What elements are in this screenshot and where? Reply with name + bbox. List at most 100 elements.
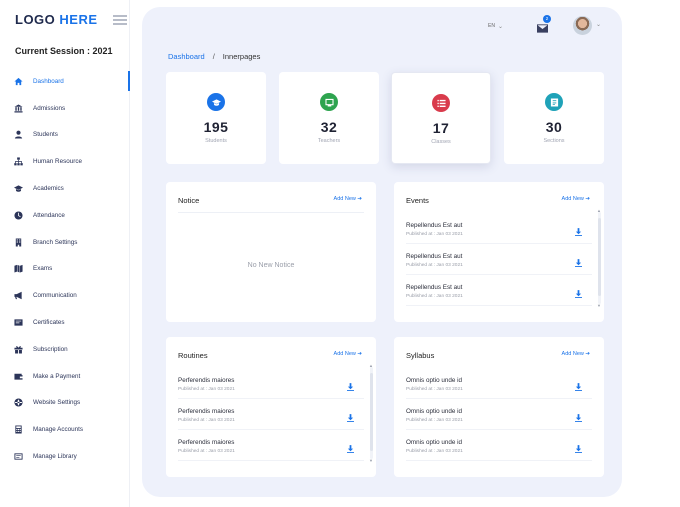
logo-text-2: HERE [59,12,98,27]
sidebar-item-certificates[interactable]: Certificates [0,309,130,336]
list-item[interactable]: Repellendus Est aut Published at : Jan 0… [406,244,592,275]
routines-list: Perferendis maiores Published at : Jan 0… [178,368,364,461]
sitemap-icon [13,157,23,167]
mail-button[interactable]: 2 [537,15,551,33]
item-date: Published at : Jan 03 2021 [178,418,235,423]
item-title: Perferendis maiores [178,408,235,415]
sidebar-item-communication[interactable]: Communication [0,282,130,309]
sidebar-item-students[interactable]: Students [0,122,130,149]
item-title: Omnis optio unde id [406,377,463,384]
scrollbar[interactable]: ▲ ▼ [369,363,373,463]
stat-value: 30 [545,119,563,135]
breadcrumb-dashboard[interactable]: Dashboard [168,52,205,61]
sidebar-item-label: Website Settings [33,399,81,407]
current-session: Current Session : 2021 [15,46,113,56]
list-item[interactable]: Perferendis maiores Published at : Jan 0… [178,368,364,399]
item-title: Omnis optio unde id [406,439,463,446]
add-label: Add New [561,351,584,357]
item-date: Published at : Jan 03 2021 [406,418,463,423]
empty-message: No New Notice [247,262,295,269]
scrollbar[interactable]: ▲ ▼ [597,208,601,308]
notice-card: Notice Add New ➔ No New Notice [166,182,376,322]
sidebar-item-subscription[interactable]: Subscription [0,336,130,363]
add-label: Add New [561,196,584,202]
card-title: Events [406,196,429,205]
download-icon[interactable] [347,440,355,453]
sidebar-item-label: Admissions [33,104,66,112]
logo[interactable]: LOGO HERE [15,12,98,27]
breadcrumb: Dashboard / Innerpages [168,52,260,61]
add-routine-button[interactable]: Add New ➔ [334,351,362,357]
list-item[interactable]: Omnis optio unde id Published at : Jan 0… [406,368,592,399]
hamburger-menu-icon[interactable] [113,15,127,25]
clock-icon [13,210,23,220]
sidebar-item-admissions[interactable]: Admissions [0,95,130,122]
sidebar-item-website-settings[interactable]: Website Settings [0,390,130,417]
arrow-right-icon: ➔ [585,196,590,202]
sidebar-item-branch-settings[interactable]: Branch Settings [0,229,130,256]
certificate-icon [13,318,23,328]
download-icon[interactable] [575,378,583,391]
item-date: Published at : Jan 03 2021 [178,449,235,454]
add-syllabus-button[interactable]: Add New ➔ [562,351,590,357]
book-icon [545,93,563,111]
stat-card-students[interactable]: 195 Students [166,72,266,164]
card-title: Notice [178,196,200,205]
list-item[interactable]: Repellendus Est aut Published at : Jan 0… [406,213,592,244]
sidebar-item-academics[interactable]: Academics [0,175,130,202]
download-icon[interactable] [575,409,583,422]
chevron-down-icon[interactable]: ⌄ [596,21,601,28]
routines-card: Routines Add New ➔ Perferendis maiores P… [166,337,376,477]
sidebar-item-manage-library[interactable]: Manage Library [0,443,130,470]
list-item[interactable]: Omnis optio unde id Published at : Jan 0… [406,399,592,430]
building-icon [13,237,23,247]
sidebar-item-label: Manage Library [33,453,77,461]
divider [178,212,364,213]
sidebar-item-label: Human Resource [33,158,82,166]
download-icon[interactable] [347,378,355,391]
item-title: Repellendus Est aut [406,284,463,291]
download-icon[interactable] [575,223,583,236]
sidebar-item-make-payment[interactable]: Make a Payment [0,363,130,390]
stat-card-sections[interactable]: 30 Sections [504,72,604,164]
add-event-button[interactable]: Add New ➔ [562,196,590,202]
sidebar-item-exams[interactable]: Exams [0,256,130,283]
item-date: Published at : Jan 03 2021 [406,232,463,237]
home-icon [13,76,23,86]
bank-icon [13,103,23,113]
list-item[interactable]: Repellendus Est aut Published at : Jan 0… [406,275,592,306]
list-item[interactable]: Omnis optio unde id Published at : Jan 0… [406,430,592,461]
sidebar-item-dashboard[interactable]: Dashboard [0,68,130,95]
gift-icon [13,344,23,354]
sidebar: LOGO HERE Current Session : 2021 Dashboa… [0,0,130,507]
sidebar-item-label: Manage Accounts [33,426,84,434]
sidebar-item-label: Branch Settings [33,238,78,246]
stat-card-classes[interactable]: 17 Classes [391,72,491,164]
student-icon [13,130,23,140]
download-icon[interactable] [347,409,355,422]
item-date: Published at : Jan 03 2021 [406,294,463,299]
language-select[interactable]: EN ⌄ [488,20,516,32]
stat-value: 195 [203,119,229,135]
item-title: Perferendis maiores [178,377,235,384]
avatar[interactable] [573,16,592,35]
sidebar-item-human-resource[interactable]: Human Resource [0,148,130,175]
list-item[interactable]: Perferendis maiores Published at : Jan 0… [178,430,364,461]
add-notice-button[interactable]: Add New ➔ [334,196,362,202]
stat-label: Students [205,138,227,144]
sidebar-item-label: Exams [33,265,53,273]
stat-value: 17 [432,120,450,136]
stat-card-teachers[interactable]: 32 Teachers [279,72,379,164]
download-icon[interactable] [575,254,583,267]
download-icon[interactable] [575,440,583,453]
events-list: Repellendus Est aut Published at : Jan 0… [406,213,592,306]
map-icon [13,264,23,274]
sidebar-item-manage-accounts[interactable]: Manage Accounts [0,416,130,443]
arrow-right-icon: ➔ [357,196,362,202]
sidebar-item-attendance[interactable]: Attendance [0,202,130,229]
list-item[interactable]: Perferendis maiores Published at : Jan 0… [178,399,364,430]
item-date: Published at : Jan 03 2021 [406,263,463,268]
globe-icon [13,398,23,408]
download-icon[interactable] [575,285,583,298]
sidebar-item-label: Attendance [33,211,65,219]
